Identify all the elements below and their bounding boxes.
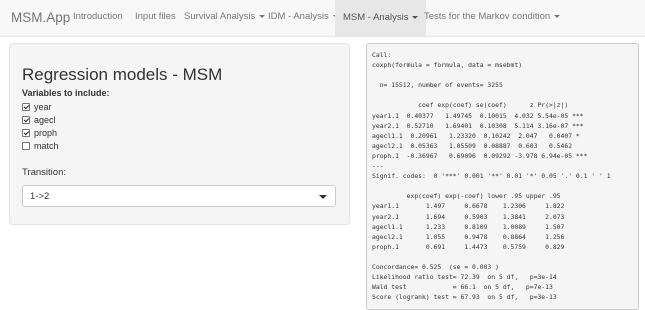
output-line: year2.1 1.694 0.5903 1.3841 2.073 bbox=[372, 212, 565, 221]
output-line: Score (logrank) test = 67.93 on 5 df, p=… bbox=[372, 293, 557, 302]
transition-select-value: 1->2 bbox=[30, 191, 50, 202]
output-line: coef exp(coef) se(coef) z Pr(>|z|) bbox=[372, 101, 569, 110]
nav-tab-idm-analysis[interactable]: IDM - Analysis bbox=[268, 11, 339, 22]
brand-title[interactable]: MSM.App bbox=[11, 10, 70, 25]
checkbox-label: proph bbox=[34, 127, 58, 138]
checkbox-box[interactable] bbox=[22, 141, 30, 150]
caret-down-icon bbox=[554, 14, 561, 18]
variables-label: Variables to include: bbox=[22, 88, 110, 98]
nav-tab-label: IDM - Analysis bbox=[268, 11, 329, 22]
output-line: agecl1.1 1.233 0.8109 1.0089 1.507 bbox=[372, 222, 565, 231]
caret-down-icon bbox=[259, 14, 266, 18]
nav-tab-label: Survival Analysis bbox=[184, 11, 256, 22]
nav-tab-label: Input files bbox=[135, 11, 176, 22]
nav-tab-msm-analysis[interactable]: MSM - Analysis bbox=[335, 0, 427, 36]
output-line: exp(coef) exp(-coef) lower .95 upper .95 bbox=[372, 192, 561, 201]
model-output-panel: Call: coxph(formula = formula, data = mse… bbox=[366, 43, 639, 310]
nav-tab-label: Introduction bbox=[73, 11, 123, 22]
nav-tab-markov-tests[interactable]: Tests for the Markov condition bbox=[424, 11, 561, 22]
dropdown-arrow-icon bbox=[319, 195, 327, 199]
caret-down-icon bbox=[412, 15, 419, 19]
transition-select[interactable]: 1->2 bbox=[22, 185, 336, 207]
checkbox-match[interactable]: match bbox=[22, 140, 59, 151]
output-line: Wald test = 66.1 on 5 df, p=7e-13 bbox=[372, 283, 553, 292]
checkbox-year[interactable]: year bbox=[22, 101, 52, 112]
nav-tab-label: MSM - Analysis bbox=[343, 12, 409, 23]
output-line: coxph(formula = formula, data = msebmt) bbox=[372, 61, 523, 70]
checkbox-agecl[interactable]: agecl bbox=[22, 114, 56, 125]
output-line: Signif. codes: 0 '***' 0.001 '**' 0.01 '… bbox=[372, 172, 611, 181]
output-line: proph.1 -0.36967 0.69096 0.09292 -3.978 … bbox=[372, 151, 588, 160]
checkbox-box[interactable] bbox=[22, 115, 30, 124]
output-line: n= 15512, number of events= 3255 bbox=[372, 81, 503, 90]
output-line: year2.1 0.52710 1.69401 0.10308 5.114 3.… bbox=[372, 121, 584, 130]
checkbox-label: match bbox=[34, 140, 59, 151]
checkbox-label: year bbox=[34, 101, 52, 112]
checkbox-box[interactable] bbox=[22, 102, 30, 111]
output-line: agecl1.1 0.20961 1.23320 0.10242 2.047 0… bbox=[372, 131, 580, 140]
page-title: Regression models - MSM bbox=[22, 65, 223, 84]
output-line: agecl2.1 1.055 0.9478 0.8864 1.256 bbox=[372, 232, 565, 241]
nav-tab-label: Tests for the Markov condition bbox=[424, 11, 551, 22]
output-line: proph.1 0.691 1.4473 0.5759 0.829 bbox=[372, 242, 565, 251]
checkbox-proph[interactable]: proph bbox=[22, 127, 57, 138]
output-line: Call: bbox=[372, 51, 392, 59]
output-line: year1.1 1.497 0.6678 1.2306 1.822 bbox=[372, 202, 565, 211]
nav-tab-input-files[interactable]: Input files bbox=[135, 11, 176, 22]
navbar: MSM.App Introduction Input files Surviva… bbox=[0, 0, 645, 37]
output-line: --- bbox=[372, 162, 384, 171]
output-line: Likelihood ratio test= 72.39 on 5 df, p=… bbox=[372, 273, 557, 282]
nav-tab-introduction[interactable]: Introduction bbox=[73, 11, 123, 22]
checkbox-box[interactable] bbox=[22, 128, 30, 137]
model-output-text: Call: coxph(formula = formula, data = mse… bbox=[372, 50, 633, 302]
transition-label: Transition: bbox=[22, 167, 66, 178]
output-line: Concordance= 0.525 (se = 0.003 ) bbox=[372, 262, 499, 271]
checkbox-label: agecl bbox=[34, 114, 56, 125]
nav-tab-survival-analysis[interactable]: Survival Analysis bbox=[184, 11, 266, 22]
output-line: year1.1 0.40377 1.49745 0.10015 4.032 5.… bbox=[372, 111, 584, 120]
output-line: agecl2.1 0.05363 1.05509 0.08887 0.603 0… bbox=[372, 141, 573, 150]
